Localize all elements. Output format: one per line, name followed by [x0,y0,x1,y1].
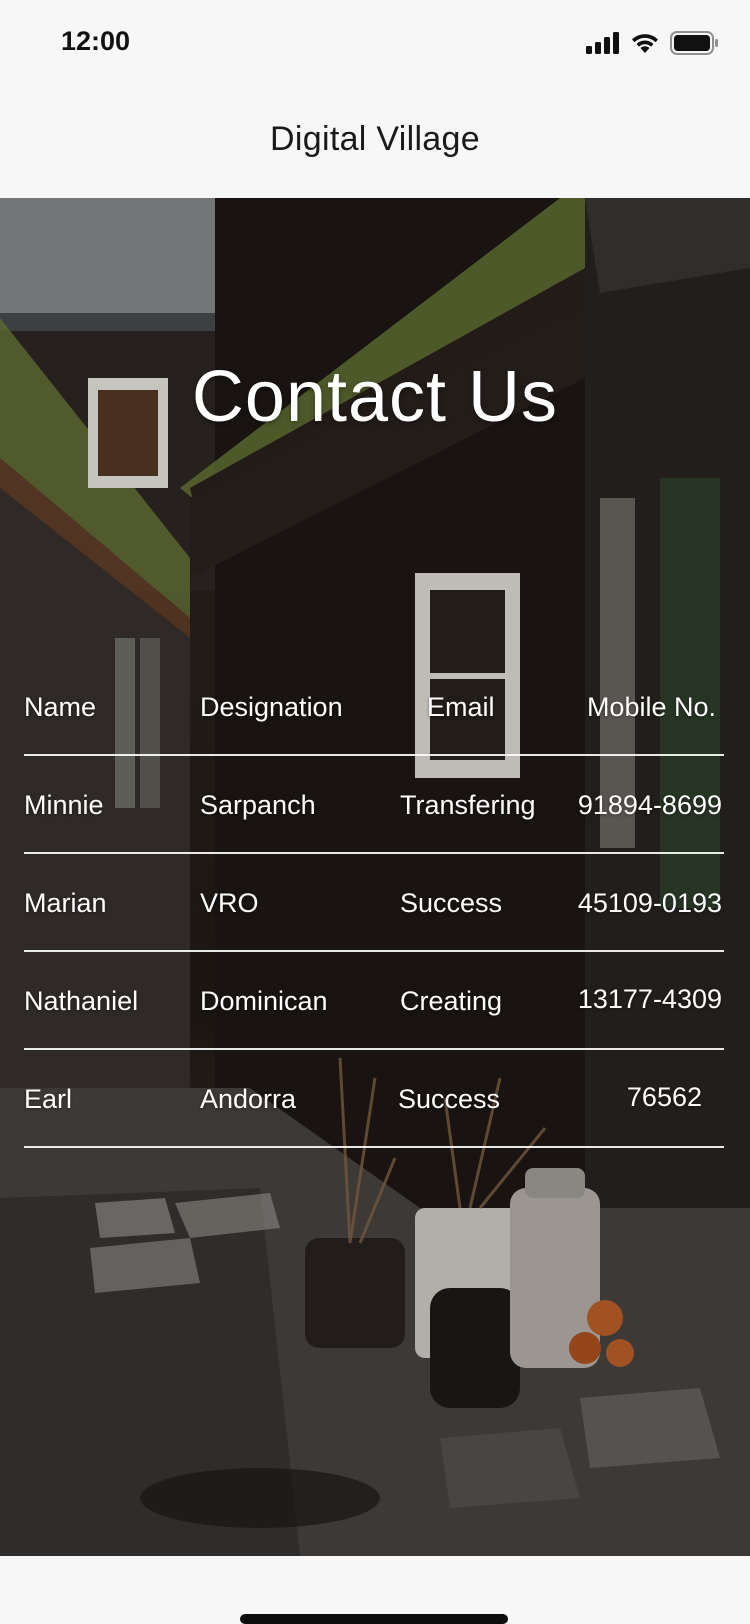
row-name: Earl [24,1084,73,1114]
status-icons [586,30,718,60]
status-time: 12:00 [61,26,131,56]
header-email: Email [427,692,495,722]
contact-us-heading: Contact Us [191,357,559,437]
row-email: Success [400,888,503,918]
row-mobile: 13177-4309 [577,984,722,1014]
header-designation: Designation [200,692,343,722]
app-bar: Digital Village [0,90,750,198]
row-email: Creating [400,986,503,1016]
row-name: Nathaniel [24,986,139,1016]
row-name: Minnie [24,790,104,820]
status-bar: 12:00 [0,0,750,90]
table-row: Nathaniel Dominican Creating 13177-4309 [24,952,724,1050]
wifi-icon [630,32,660,59]
header-name: Name [24,692,97,722]
row-designation: Andorra [200,1084,297,1114]
row-email: Transfering [400,790,536,820]
table-row: Marian VRO Success 45109-0193 [24,854,724,952]
background-image: Contact Us Name Designation Email Mobile… [0,198,750,1556]
row-designation: Sarpanch [200,790,316,820]
row-designation: Dominican [200,986,328,1016]
row-designation: VRO [200,888,259,918]
row-name: Marian [24,888,107,918]
cellular-signal-icon [586,31,620,59]
table-header-row: Name Designation Email Mobile No. [24,658,724,756]
row-mobile: 45109-0193 [577,888,722,918]
table-row: Minnie Sarpanch Transfering 91894-8699 [24,756,724,854]
home-indicator[interactable] [240,1614,508,1624]
header-mobile: Mobile No. [586,692,716,722]
app-title: Digital Village [270,120,480,158]
battery-icon [670,30,718,60]
row-email: Success [398,1084,501,1114]
row-mobile: 91894-8699 [577,790,722,820]
bottom-safe-area [0,1556,750,1624]
contacts-table: Name Designation Email Mobile No. Minnie… [24,658,724,1148]
row-mobile: 76562 [626,1082,702,1112]
table-row: Earl Andorra Success 76562 [24,1050,724,1148]
